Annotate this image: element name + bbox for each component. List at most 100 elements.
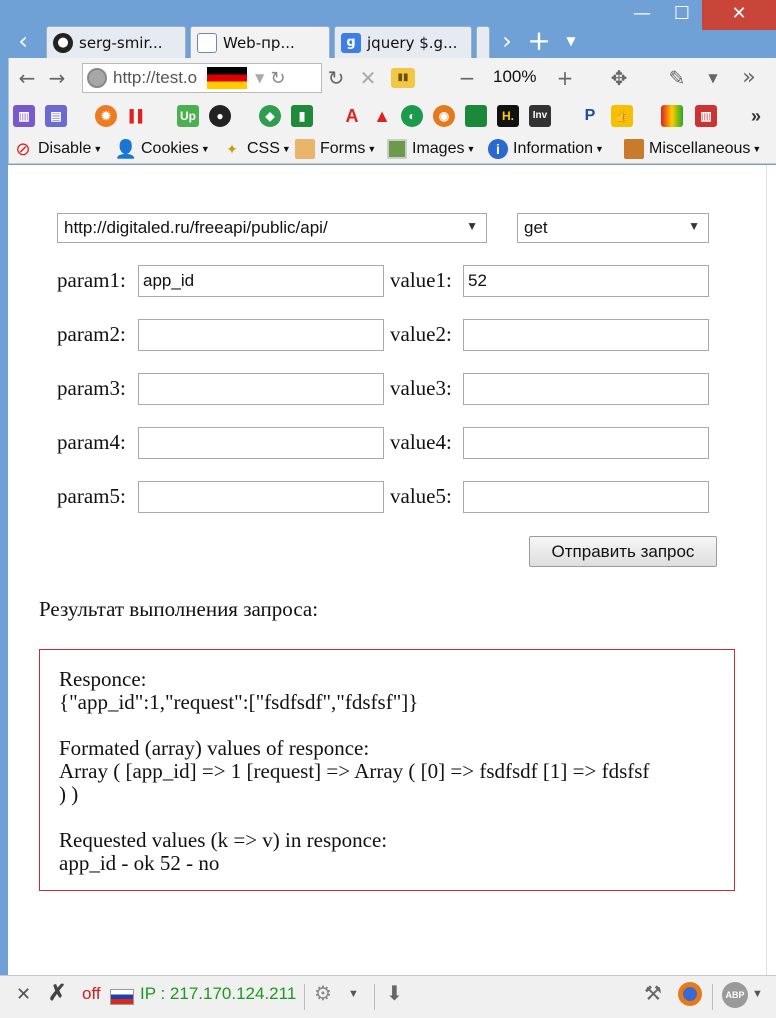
tools-icon[interactable]: ⚒: [644, 981, 662, 1006]
ruler-icon[interactable]: ▮▮: [391, 68, 415, 88]
building-icon[interactable]: ▥: [695, 105, 717, 127]
menu-forms[interactable]: Forms ▼: [295, 137, 376, 161]
green-square-icon[interactable]: [465, 105, 487, 127]
bag-icon[interactable]: [661, 105, 683, 127]
value3-input[interactable]: [463, 373, 709, 405]
menu-cookies[interactable]: 👤 Cookies ▼: [114, 137, 210, 161]
h-icon[interactable]: H.: [497, 105, 519, 127]
value2-input[interactable]: [463, 319, 709, 351]
new-tab-icon[interactable]: +: [524, 26, 554, 56]
thumb-icon[interactable]: 👍: [611, 105, 633, 127]
person-icon: 👤: [114, 138, 138, 159]
google-icon: g: [341, 32, 361, 53]
stats-icon[interactable]: ▥: [13, 105, 35, 127]
value4-input[interactable]: [463, 427, 709, 459]
download-arrow-icon[interactable]: ⬇: [386, 981, 403, 1006]
adblock-icon[interactable]: ABP: [722, 982, 748, 1008]
value5-input[interactable]: [463, 481, 709, 513]
menu-information[interactable]: i Information ▼: [488, 137, 604, 161]
github-icon[interactable]: ●: [209, 105, 231, 127]
search-tool-icon[interactable]: ◉: [433, 105, 455, 127]
page-content: http://digitaled.ru/freeapi/public/api/ …: [8, 165, 766, 975]
letter-a-icon[interactable]: A: [341, 105, 363, 127]
back-arrow-icon[interactable]: ←: [15, 66, 39, 90]
right-edge: [766, 165, 776, 975]
address-bar[interactable]: http://test.o ▼ ↻: [82, 63, 322, 93]
reload-icon[interactable]: ↻: [324, 66, 348, 90]
paypal-icon[interactable]: P: [579, 105, 601, 127]
param2-label: param2:: [57, 322, 126, 346]
api-url-select[interactable]: http://digitaled.ru/freeapi/public/api/ …: [57, 213, 487, 243]
value3-label: value3:: [390, 376, 452, 400]
book-icon[interactable]: ▮: [291, 105, 313, 127]
menu-images[interactable]: Images ▼: [387, 137, 475, 161]
firefox-icon[interactable]: [678, 982, 702, 1006]
url-dropdown-icon[interactable]: ▼: [255, 71, 264, 85]
select-value: get: [524, 218, 548, 237]
github-icon: ●: [53, 32, 73, 53]
zoom-level[interactable]: 100%: [493, 67, 536, 87]
circle-logo-icon[interactable]: ◐: [401, 105, 423, 127]
tab-scroll-left-icon[interactable]: ‹: [8, 26, 38, 56]
responce-label: Responce:: [59, 667, 147, 691]
select-value: http://digitaled.ru/freeapi/public/api/: [64, 218, 328, 237]
clipboard-icon: [295, 139, 315, 159]
off-status[interactable]: off: [82, 984, 101, 1004]
menu-label: Cookies: [141, 140, 199, 157]
value1-label: value1:: [390, 268, 452, 292]
submit-request-button[interactable]: Отправить запрос: [529, 536, 717, 567]
close-icon[interactable]: ✕: [16, 984, 31, 1005]
param5-input[interactable]: [138, 481, 384, 513]
value1-input[interactable]: 52: [463, 265, 709, 297]
x-tool-icon[interactable]: ✗: [48, 980, 66, 1006]
refresh-small-icon[interactable]: ↻: [270, 68, 285, 89]
upwork-icon[interactable]: Up: [177, 105, 199, 127]
menu-css[interactable]: ✦ CSS ▼: [222, 137, 291, 161]
russia-flag-icon: [110, 989, 134, 1005]
tab-list-chevron-icon[interactable]: ▼: [556, 26, 586, 56]
close-window-icon[interactable]: ✕: [702, 0, 776, 30]
requested-values: app_id - ok 52 - no: [59, 851, 220, 875]
param1-input[interactable]: app_id: [138, 265, 384, 297]
triangle-icon[interactable]: ▲: [371, 105, 393, 127]
wand-icon: ✦: [226, 140, 238, 157]
eyedropper-icon[interactable]: ✎: [665, 66, 689, 90]
overflow-chevron-icon[interactable]: »: [737, 66, 761, 90]
tab-github[interactable]: ● serg-smir...: [46, 26, 186, 58]
extensions-bar: ▥ ▤ ✹ ▌▌ Up ● ◆ ▮ A ▲ ◐ ◉ H. Inv P 👍 ▥ »: [8, 98, 776, 134]
param4-input[interactable]: [138, 427, 384, 459]
bar-chart-icon[interactable]: ▌▌: [127, 105, 149, 127]
param3-input[interactable]: [138, 373, 384, 405]
minimize-icon[interactable]: —: [622, 0, 662, 30]
overflow-chevron-icon[interactable]: »: [745, 105, 767, 127]
zoom-in-icon[interactable]: +: [553, 66, 577, 90]
inv-icon[interactable]: Inv: [529, 105, 551, 127]
stop-icon[interactable]: ✕: [356, 66, 380, 90]
result-box: Responce: {"app_id":1,"request":["fsdfsd…: [39, 649, 735, 891]
menu-disable[interactable]: ⊘ Disable ▼: [13, 137, 102, 161]
param3-label: param3:: [57, 376, 126, 400]
tab-scroll-right-icon[interactable]: ›: [492, 26, 522, 56]
menu-miscellaneous[interactable]: Miscellaneous ▼: [624, 137, 761, 161]
gear-icon[interactable]: ⚙: [314, 981, 332, 1006]
method-select[interactable]: get ▼: [517, 213, 709, 243]
formated-line-2: ) ): [59, 782, 79, 806]
eyedropper-dropdown-icon[interactable]: ▼: [701, 66, 725, 90]
seo-icon[interactable]: ✹: [95, 105, 117, 127]
tab-jquery[interactable]: g jquery $.g...: [334, 26, 472, 58]
shield-icon[interactable]: ◆: [259, 105, 281, 127]
formated-label: Formated (array) values of responce:: [59, 736, 370, 760]
tab-web-api[interactable]: Web-пр...: [190, 26, 330, 58]
adblock-dropdown-icon[interactable]: ▼: [752, 988, 763, 1000]
chevron-down-icon[interactable]: ▼: [348, 988, 359, 1000]
chevron-down-icon: ▼: [466, 219, 478, 233]
page-icon[interactable]: ▤: [45, 105, 67, 127]
param2-input[interactable]: [138, 319, 384, 351]
maximize-icon[interactable]: ☐: [662, 0, 702, 30]
requested-label: Requested values (k => v) in responce:: [59, 828, 388, 852]
tab-partial[interactable]: [476, 26, 490, 58]
zoom-out-icon[interactable]: −: [455, 66, 479, 90]
forward-arrow-icon[interactable]: →: [45, 66, 69, 90]
move-icon[interactable]: ✥: [607, 66, 631, 90]
result-heading: Результат выполнения запроса:: [39, 597, 319, 621]
